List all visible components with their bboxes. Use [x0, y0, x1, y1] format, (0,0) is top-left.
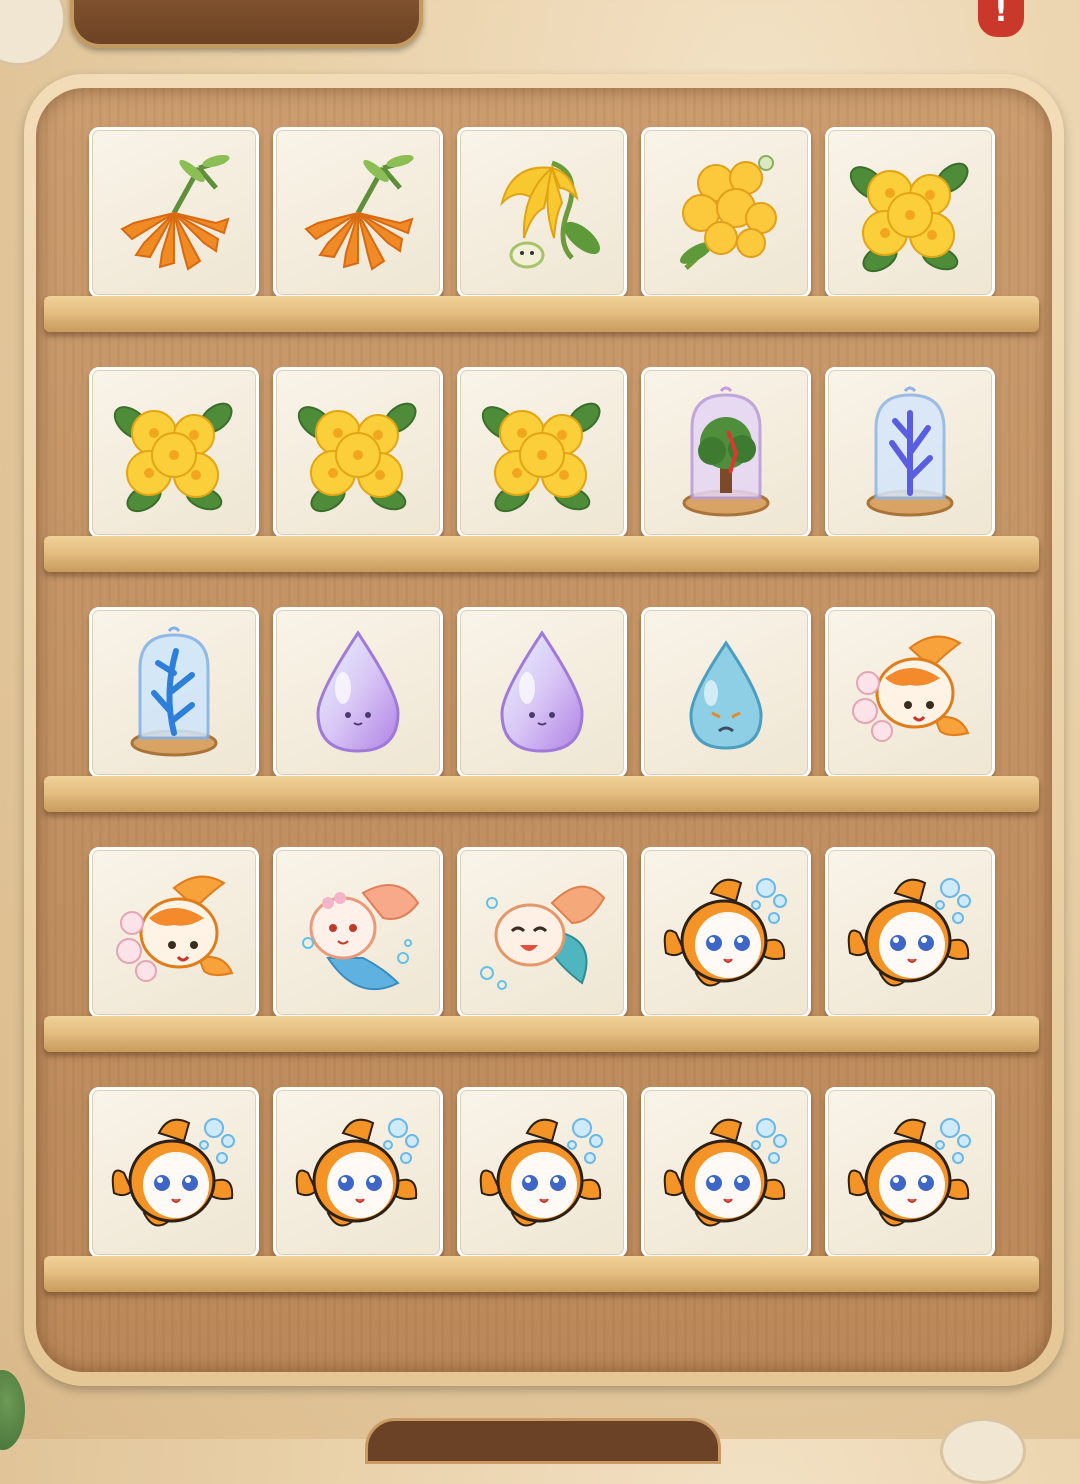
goldfish-with-lotus-icon: [840, 623, 980, 763]
bottom-tab-button[interactable]: [365, 1418, 721, 1464]
clownfish-icon: [840, 1103, 980, 1243]
clownfish-icon: [656, 1103, 796, 1243]
yellow-flower-cluster-icon: [104, 383, 244, 523]
item-tile[interactable]: [457, 847, 627, 1018]
yellow-flower-cluster-icon: [288, 383, 428, 523]
blue-coral-in-glass-dome-icon: [104, 623, 244, 763]
shelf-plank: [44, 776, 1039, 812]
yellow-flower-cluster-icon: [472, 383, 612, 523]
item-tile[interactable]: [825, 127, 995, 298]
shelf-plank: [44, 536, 1039, 572]
item-tile[interactable]: [641, 607, 811, 778]
item-tile[interactable]: [89, 367, 259, 538]
goldfish-with-lotus-icon: [104, 863, 244, 1003]
yellow-blossom-cluster-icon: [656, 143, 796, 283]
item-tile[interactable]: [273, 127, 443, 298]
purple-coral-in-glass-dome-icon: [840, 383, 980, 523]
rainbow-water-drop-icon: [288, 623, 428, 763]
item-tile[interactable]: [273, 1087, 443, 1258]
tree-in-glass-dome-icon: [656, 383, 796, 523]
item-tile[interactable]: [89, 1087, 259, 1258]
happy-betta-fish-icon: [472, 863, 612, 1003]
item-tile[interactable]: [641, 367, 811, 538]
shelf-row: [44, 127, 1039, 332]
clownfish-icon: [656, 863, 796, 1003]
rainbow-water-drop-icon: [472, 623, 612, 763]
sad-blue-water-drop-icon: [656, 623, 796, 763]
item-tile[interactable]: [457, 607, 627, 778]
shelf-row: [44, 607, 1039, 812]
orange-trumpet-flower-icon: [288, 143, 428, 283]
item-tile[interactable]: [641, 847, 811, 1018]
item-tile[interactable]: [825, 367, 995, 538]
item-tile[interactable]: [825, 847, 995, 1018]
title-plaque: [70, 0, 423, 48]
shelf-row: [44, 847, 1039, 1052]
item-tile[interactable]: [457, 367, 627, 538]
item-tile[interactable]: [273, 367, 443, 538]
item-tile[interactable]: [641, 1087, 811, 1258]
yellow-ylang-flower-icon: [472, 143, 612, 283]
shelf-row: [44, 367, 1039, 572]
orange-trumpet-flower-icon: [104, 143, 244, 283]
item-tile[interactable]: [273, 607, 443, 778]
item-tile[interactable]: [89, 127, 259, 298]
shelf-row: [44, 1087, 1039, 1292]
clownfish-icon: [840, 863, 980, 1003]
item-tile[interactable]: [89, 847, 259, 1018]
shelf-plank: [44, 296, 1039, 332]
shelf-plank: [44, 1016, 1039, 1052]
pink-betta-fish-icon: [288, 863, 428, 1003]
item-tile[interactable]: [457, 127, 627, 298]
shelf-plank: [44, 1256, 1039, 1292]
clownfish-icon: [288, 1103, 428, 1243]
item-tile[interactable]: [273, 847, 443, 1018]
clownfish-icon: [104, 1103, 244, 1243]
clownfish-icon: [472, 1103, 612, 1243]
plant-decoration: [0, 1370, 25, 1450]
yellow-flower-cluster-icon: [840, 143, 980, 283]
item-tile[interactable]: [457, 1087, 627, 1258]
bottom-right-button[interactable]: [940, 1418, 1026, 1484]
item-tile[interactable]: [825, 1087, 995, 1258]
corner-menu-button[interactable]: [0, 0, 66, 66]
item-tile[interactable]: [825, 607, 995, 778]
alert-button[interactable]: !: [975, 0, 1027, 40]
item-tile[interactable]: [641, 127, 811, 298]
item-tile[interactable]: [89, 607, 259, 778]
